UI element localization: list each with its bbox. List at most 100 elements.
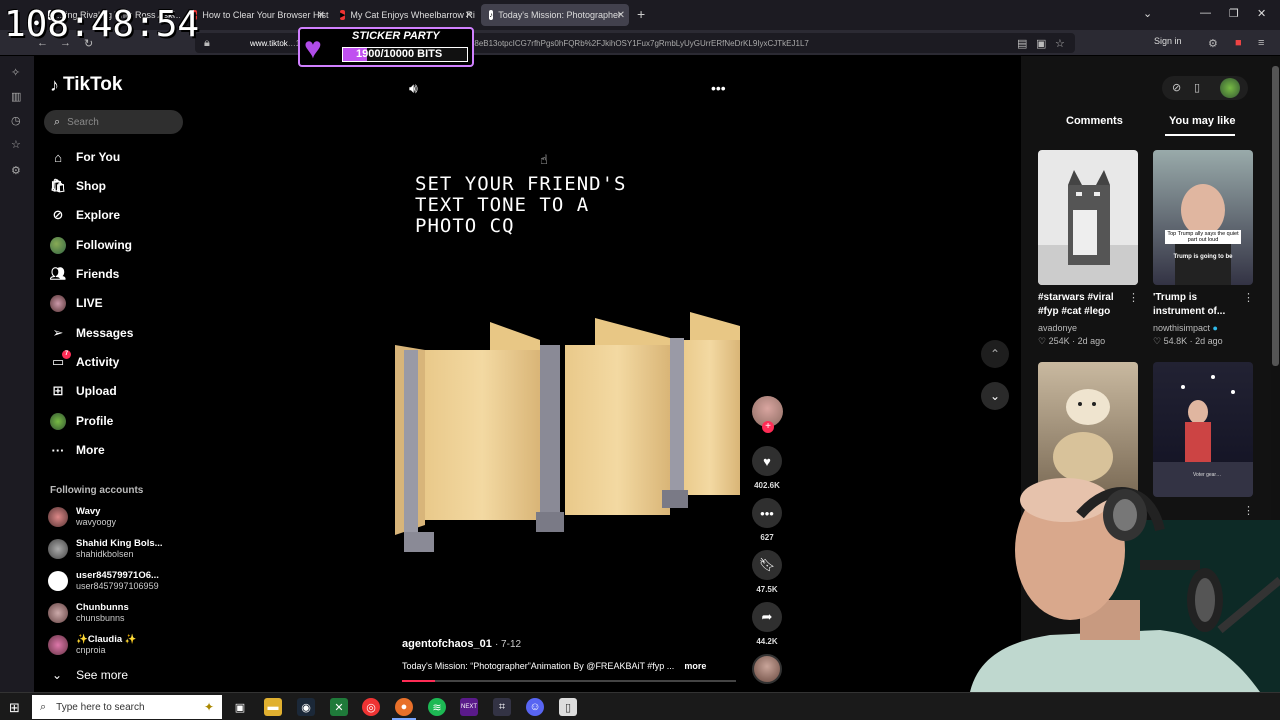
following-account[interactable]: Shahid King Bols... shahidkbolsen (48, 536, 163, 562)
close-window-icon[interactable]: ✕ (1257, 7, 1266, 20)
xbox-icon[interactable]: ✕ (330, 698, 348, 716)
close-tab-icon[interactable]: ✕ (317, 10, 325, 21)
user-avatar[interactable] (1220, 78, 1240, 98)
following-account[interactable]: Wavy wavyoogy (48, 504, 116, 530)
heart-icon[interactable]: ♥ (752, 446, 782, 476)
nav-upload[interactable]: ⊞ Upload (50, 380, 117, 402)
account-handle: shahidkbolsen (76, 549, 134, 559)
music-disc-avatar[interactable] (752, 654, 782, 684)
card-title[interactable]: 'Trump is instrument of... (1153, 291, 1243, 319)
windows-start-icon[interactable]: ⊞ (9, 700, 20, 716)
nav-for-you[interactable]: ⌂ For You (50, 146, 120, 168)
card-username[interactable]: avadonye (1038, 323, 1077, 333)
home-icon: ⌂ (54, 149, 62, 165)
following-accounts-heading: Following accounts (50, 485, 144, 496)
bookmarks-icon[interactable]: ☆ (11, 138, 21, 151)
volume-icon[interactable]: 🔊︎ (409, 80, 418, 97)
video-author[interactable]: agentofchaos_01 · 7-12 (402, 638, 521, 650)
phone-icon[interactable]: ▯ (1194, 81, 1200, 94)
account-handle: chunsbunns (76, 613, 125, 623)
comment-bubble-icon[interactable]: ••• (752, 498, 782, 528)
previous-video-button[interactable]: ⌃ (981, 340, 1009, 368)
browser-tab-3[interactable]: ▶ My Cat Enjoys Wheelbarrow Ri ✕ (332, 4, 477, 26)
nav-profile[interactable]: Profile (50, 410, 113, 432)
search-input[interactable]: ⌕ Search (44, 110, 183, 134)
file-explorer-icon[interactable]: ▬ (264, 698, 282, 716)
tab-comments[interactable]: Comments (1066, 115, 1123, 127)
chevron-up-icon: ⌃ (989, 347, 1001, 361)
tab-list-icon[interactable]: ⌄ (1143, 7, 1152, 20)
more-options-icon[interactable]: ••• (711, 80, 726, 96)
bookmark-star-icon[interactable]: ☆ (1055, 37, 1065, 50)
following-account[interactable]: ✨Claudia ✨ cnproia (48, 632, 137, 658)
minimize-icon[interactable]: — (1200, 7, 1211, 19)
video-progress-bar[interactable] (402, 680, 736, 682)
video-thumbnail[interactable] (1038, 150, 1138, 285)
windows-taskbar: ⊞ ⌕ Type here to search ✦ ▣ ▬ ◉ ✕ ◎ ● ≋ … (0, 692, 1280, 720)
save-action[interactable]: 🔖︎ 47.5K (752, 550, 782, 594)
see-more-button[interactable]: ⌄ See more (52, 668, 128, 682)
tiktok-logo[interactable]: ♪ TikTok (50, 74, 122, 96)
card-more-icon[interactable]: ⋮ (1128, 291, 1139, 304)
video-caption: Today's Mission: “Photographer”Animation… (402, 661, 706, 671)
settings-icon[interactable]: ⚙ (11, 164, 21, 177)
card-title[interactable]: #starwars #viral #fyp #cat #lego (1038, 291, 1128, 319)
like-action[interactable]: ♥ 402.6K (752, 446, 782, 490)
chrome-icon[interactable]: ◎ (362, 698, 380, 716)
nav-label: Explore (76, 208, 121, 222)
extensions-icon[interactable]: ⚙ (1208, 37, 1218, 50)
ai-sparkle-icon[interactable]: ✧ (11, 66, 20, 79)
nav-following[interactable]: Following (50, 234, 132, 256)
close-tab-icon[interactable]: ✕ (465, 10, 473, 21)
terminal-icon[interactable]: ⌗ (493, 698, 511, 716)
nav-friends[interactable]: 👥︎ Friends (50, 263, 120, 285)
browser-tab-2[interactable]: ▶ How to Clear Your Browser Hist ✕ (184, 4, 329, 26)
tabs-icon[interactable]: ▥ (11, 90, 21, 103)
share-arrow-icon[interactable]: ➦ (752, 602, 782, 632)
pip-icon[interactable]: ▣ (1036, 37, 1046, 50)
follow-plus-icon[interactable]: + (762, 421, 774, 433)
tab-you-may-like[interactable]: You may like (1169, 115, 1235, 127)
card-username[interactable]: nowthisimpact ● (1153, 323, 1218, 333)
caption-more-link[interactable]: more (684, 661, 706, 671)
following-account[interactable]: Chunbunns chunsbunns (48, 600, 129, 626)
sign-in-button[interactable]: Sign in (1154, 36, 1182, 46)
scrollbar-thumb[interactable] (1272, 66, 1279, 366)
nav-live[interactable]: LIVE (50, 292, 103, 314)
card-more-icon[interactable]: ⋮ (1243, 291, 1254, 304)
discord-icon[interactable]: ☺ (526, 698, 544, 716)
stream-timer: 108:48:54 (4, 4, 200, 45)
next-video-button[interactable]: ⌄ (981, 382, 1009, 410)
maximize-icon[interactable]: ❐ (1229, 7, 1239, 20)
following-account[interactable]: user84579971O6... user8457997106959 (48, 568, 159, 594)
video-thumbnail[interactable]: Top Trump ally says the quiet part out l… (1153, 150, 1253, 285)
extension-red-icon[interactable]: ■ (1235, 37, 1242, 49)
thumb-caption-1: Top Trump ally says the quiet part out l… (1165, 230, 1241, 244)
nav-more[interactable]: ··· More (50, 439, 105, 461)
bookmark-icon[interactable]: 🔖︎ (752, 550, 782, 580)
nav-activity[interactable]: ▭ 7 Activity (50, 350, 119, 373)
card-stats: ♡ 54.8K · 2d ago (1153, 336, 1223, 346)
search-placeholder: Search (67, 116, 99, 128)
new-tab-icon[interactable]: + (637, 6, 645, 22)
task-view-icon[interactable]: ▣ (231, 698, 249, 716)
share-action[interactable]: ➦ 44.2K (752, 602, 782, 646)
firefox-icon[interactable]: ● (395, 698, 413, 716)
next-app-icon[interactable]: NEXT (460, 698, 478, 716)
menu-hamburger-icon[interactable]: ≡ (1258, 37, 1264, 49)
close-tab-icon[interactable]: ✕ (617, 10, 625, 21)
nav-explore[interactable]: ⊘ Explore (50, 204, 120, 226)
history-icon[interactable]: ◷ (11, 114, 21, 127)
reader-view-icon[interactable]: ▤ (1017, 37, 1027, 50)
nav-shop[interactable]: 🛍︎ Shop (50, 175, 106, 197)
comment-action[interactable]: ••• 627 (752, 498, 782, 542)
mouse-pointer-icon: ☝ (540, 152, 548, 167)
spotify-icon[interactable]: ≋ (428, 698, 446, 716)
steam-icon[interactable]: ◉ (297, 698, 315, 716)
browser-tab-active[interactable]: ♪ Today's Mission: Photographer ✕ (481, 4, 629, 26)
lock-icon[interactable]: 🔒︎ (204, 37, 210, 50)
nav-messages[interactable]: ➢ Messages (50, 322, 134, 344)
document-app-icon[interactable]: ▯ (559, 698, 577, 716)
compass-icon[interactable]: ⊘ (1172, 81, 1181, 94)
taskbar-search-input[interactable]: ⌕ Type here to search ✦ (32, 695, 222, 719)
